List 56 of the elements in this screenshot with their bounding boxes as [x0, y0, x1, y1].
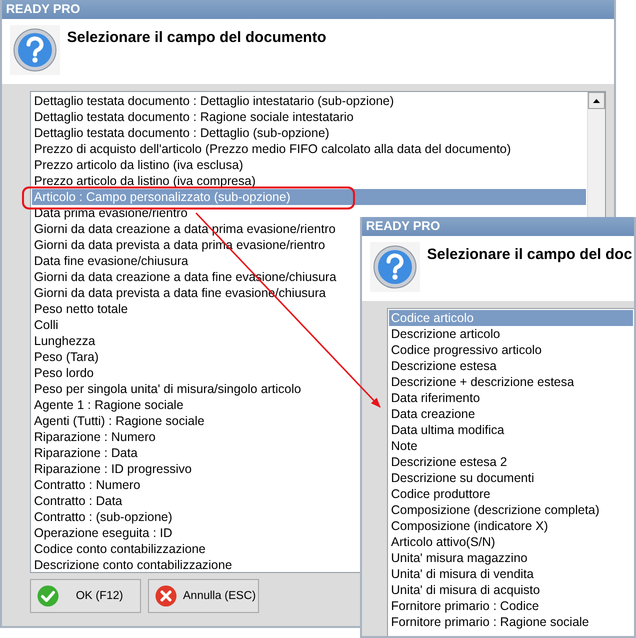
- dialog-heading: Selezionare il campo del doc: [427, 246, 632, 265]
- list-item[interactable]: Riparazione : Data: [32, 445, 138, 461]
- list-item[interactable]: Prezzo di acquisto dell'articolo (Prezzo medio FIFO calcolato alla data del documento): [32, 141, 511, 157]
- dialog-heading: Selezionare il campo del documento: [67, 29, 326, 48]
- list-item[interactable]: Peso lordo: [32, 365, 94, 381]
- list-item[interactable]: Peso per singola unita' di misura/singolo articolo: [32, 381, 302, 397]
- list-item[interactable]: Descrizione su documenti: [389, 470, 534, 486]
- list-item[interactable]: Prezzo articolo da listino (iva esclusa): [32, 157, 244, 173]
- list-item[interactable]: Fornitore primario : Codice: [389, 598, 539, 614]
- help-icon: [373, 245, 417, 289]
- list-item[interactable]: Operazione eseguita : ID: [32, 525, 172, 541]
- help-icon: [13, 28, 57, 72]
- field-list[interactable]: [387, 308, 634, 636]
- list-item[interactable]: Fornitore primario : Ragione sociale: [389, 614, 590, 630]
- list-item[interactable]: Unita' misura magazzino: [389, 550, 528, 566]
- check-icon: [37, 585, 59, 607]
- list-item[interactable]: Descrizione estesa 2: [389, 454, 508, 470]
- list-item[interactable]: Agenti (Tutti) : Ragione sociale: [32, 413, 204, 429]
- list-item[interactable]: Riparazione : ID progressivo: [32, 461, 192, 477]
- list-item[interactable]: Descrizione + descrizione estesa: [389, 374, 574, 390]
- window-title: READY PRO: [362, 217, 634, 236]
- list-item[interactable]: Unita' di misura di vendita: [389, 566, 534, 582]
- list-item[interactable]: Articolo attivo(S/N): [389, 534, 496, 550]
- list-item[interactable]: Dettaglio testata documento : Dettaglio (sub-opzione): [32, 125, 330, 141]
- list-item[interactable]: Contratto : (sub-opzione): [32, 509, 172, 525]
- list-item[interactable]: Prezzo articolo da listino (iva compresa): [32, 173, 256, 189]
- list-item[interactable]: Dettaglio testata documento : Dettaglio intestatario (sub-opzione): [32, 93, 394, 109]
- list-item[interactable]: Codice produttore: [389, 486, 490, 502]
- list-item[interactable]: Data creazione: [389, 406, 476, 422]
- list-item[interactable]: Giorni da data creazione a data prima evasione/rientro: [32, 221, 336, 237]
- list-item[interactable]: Data riferimento: [389, 390, 480, 406]
- cancel-icon: [155, 585, 177, 607]
- list-item[interactable]: Colli: [32, 317, 58, 333]
- list-item[interactable]: Agente 1 : Ragione sociale: [32, 397, 184, 413]
- list-item[interactable]: Descrizione articolo: [389, 326, 500, 342]
- list-item[interactable]: Composizione (indicatore X): [389, 518, 548, 534]
- scroll-up-icon[interactable]: [593, 98, 600, 102]
- list-item[interactable]: Codice conto contabilizzazione: [32, 541, 206, 557]
- list-item[interactable]: Note: [389, 438, 418, 454]
- list-item[interactable]: Peso (Tara): [32, 349, 99, 365]
- cancel-button[interactable]: Annulla (ESC): [148, 579, 259, 613]
- window-title: READY PRO: [2, 0, 614, 19]
- list-item[interactable]: Dettaglio testata documento : Ragione sociale intestatario: [32, 109, 354, 125]
- list-item[interactable]: Data ultima modifica: [389, 422, 504, 438]
- list-item[interactable]: Unita' di misura di acquisto: [389, 582, 540, 598]
- list-item[interactable]: Codice progressivo articolo: [389, 342, 542, 358]
- list-item[interactable]: Descrizione conto contabilizzazione: [32, 557, 232, 572]
- list-item[interactable]: Lunghezza: [32, 333, 96, 349]
- list-item[interactable]: Peso netto totale: [32, 301, 128, 317]
- list-item[interactable]: Data fine evasione/chiusura: [32, 253, 188, 269]
- list-item[interactable]: Riparazione : Numero: [32, 429, 156, 445]
- list-item[interactable]: Composizione (descrizione completa): [389, 502, 600, 518]
- list-item[interactable]: Contratto : Data: [32, 493, 122, 509]
- list-item[interactable]: Contratto : Numero: [32, 477, 140, 493]
- ok-button[interactable]: OK (F12): [30, 579, 141, 613]
- list-item[interactable]: Descrizione estesa: [389, 358, 497, 374]
